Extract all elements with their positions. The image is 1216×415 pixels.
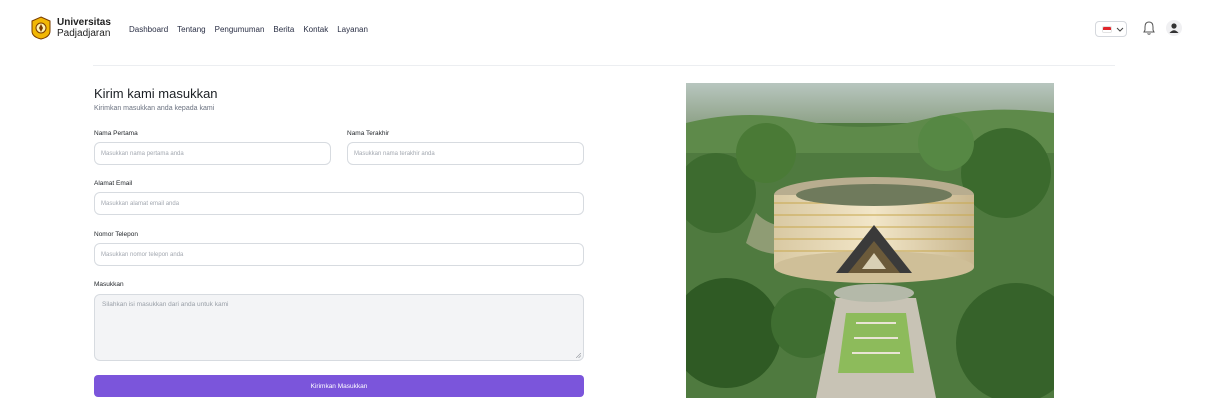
user-avatar[interactable] bbox=[1166, 20, 1182, 36]
phone-input[interactable]: Masukkan nomor telepon anda bbox=[94, 243, 584, 266]
nav-kontak[interactable]: Kontak bbox=[303, 25, 328, 34]
brand-line-2: Padjadjaran bbox=[57, 28, 111, 39]
user-icon bbox=[1169, 23, 1179, 33]
feedback-textarea[interactable]: Silahkan isi masukkan dari anda untuk ka… bbox=[94, 294, 584, 361]
main-nav: Dashboard Tentang Pengumuman Berita Kont… bbox=[129, 25, 368, 34]
submit-feedback-button[interactable]: Kirimkan Masukkan bbox=[94, 375, 584, 397]
phone-label: Nomor Telepon bbox=[94, 231, 138, 238]
top-navigation-bar: Universitas Padjadjaran Dashboard Tentan… bbox=[0, 0, 1216, 56]
brand-name[interactable]: Universitas Padjadjaran bbox=[57, 17, 111, 39]
brand-line-1: Universitas bbox=[57, 17, 111, 28]
nav-tentang[interactable]: Tentang bbox=[177, 25, 205, 34]
nav-layanan[interactable]: Layanan bbox=[337, 25, 368, 34]
campus-aerial-illustration bbox=[686, 83, 1054, 398]
phone-placeholder: Masukkan nomor telepon anda bbox=[101, 251, 184, 258]
chevron-down-icon bbox=[1116, 27, 1124, 32]
form-subtitle: Kirimkan masukkan anda kepada kami bbox=[94, 105, 215, 112]
language-selector[interactable] bbox=[1095, 21, 1127, 37]
feedback-label: Masukkan bbox=[94, 281, 124, 288]
last-name-placeholder: Masukkan nama terakhir anda bbox=[354, 150, 435, 157]
email-input[interactable]: Masukkan alamat email anda bbox=[94, 192, 584, 215]
bell-icon[interactable] bbox=[1142, 20, 1156, 36]
nav-pengumuman[interactable]: Pengumuman bbox=[215, 25, 265, 34]
email-placeholder: Masukkan alamat email anda bbox=[101, 200, 180, 207]
resize-handle-icon[interactable] bbox=[576, 353, 581, 358]
last-name-label: Nama Terakhir bbox=[347, 130, 390, 137]
indonesia-flag-icon bbox=[1102, 26, 1112, 33]
first-name-placeholder: Masukkan nama pertama anda bbox=[101, 150, 184, 157]
section-divider bbox=[93, 65, 1115, 66]
last-name-input[interactable]: Masukkan nama terakhir anda bbox=[347, 142, 584, 165]
nav-berita[interactable]: Berita bbox=[273, 25, 294, 34]
university-logo-icon[interactable] bbox=[30, 16, 52, 40]
email-label: Alamat Email bbox=[94, 180, 133, 187]
first-name-input[interactable]: Masukkan nama pertama anda bbox=[94, 142, 331, 165]
nav-dashboard[interactable]: Dashboard bbox=[129, 25, 168, 34]
submit-feedback-label: Kirimkan Masukkan bbox=[310, 382, 368, 390]
first-name-label: Nama Pertama bbox=[94, 130, 138, 137]
form-title: Kirim kami masukkan bbox=[94, 86, 218, 101]
campus-aerial-photo bbox=[686, 83, 1054, 398]
feedback-placeholder: Silahkan isi masukkan dari anda untuk ka… bbox=[102, 301, 229, 308]
